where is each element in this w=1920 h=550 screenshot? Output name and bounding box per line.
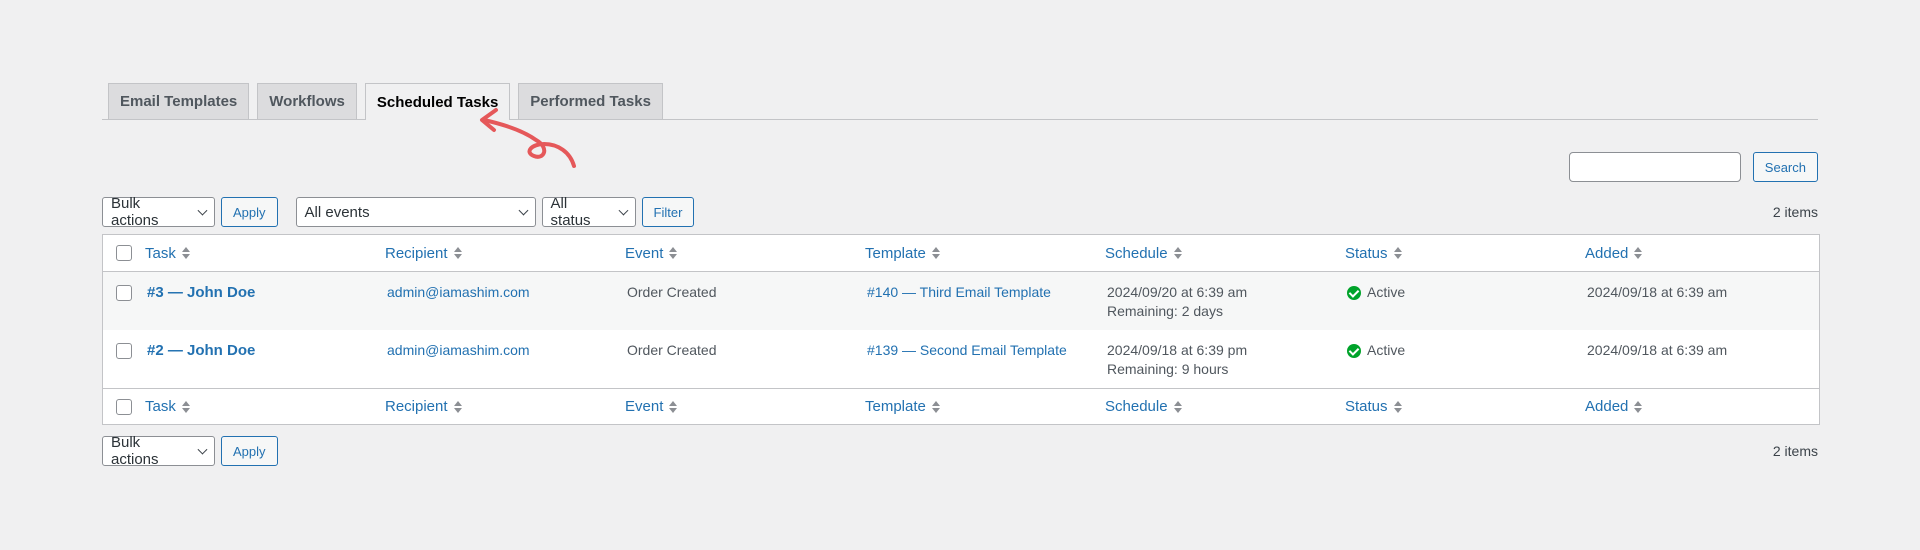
- added-text: 2024/09/18 at 6:39 am: [1587, 284, 1728, 300]
- recipient-link[interactable]: admin@iamashim.com: [385, 342, 530, 358]
- table-row: #3 — John Doe admin@iamashim.com Order C…: [103, 272, 1819, 330]
- column-schedule[interactable]: Schedule: [1105, 244, 1182, 263]
- sort-icon: [1634, 247, 1643, 259]
- bulk-actions-label: Bulk actions: [111, 434, 159, 468]
- row-checkbox[interactable]: [116, 285, 132, 301]
- column-task[interactable]: Task: [145, 244, 190, 263]
- tab-email-templates[interactable]: Email Templates: [108, 83, 250, 119]
- column-schedule[interactable]: Schedule: [1105, 397, 1182, 416]
- task-link[interactable]: #2 — John Doe: [145, 342, 255, 359]
- sort-icon: [453, 400, 462, 413]
- chevron-down-icon: [197, 444, 208, 454]
- admin-content: Email Templates Workflows Scheduled Task…: [102, 83, 1820, 468]
- table-footer: Task Recipient Event Template Schedule S…: [103, 388, 1819, 424]
- event-text: Order Created: [627, 284, 717, 300]
- sort-icon: [1393, 400, 1402, 413]
- sort-icon: [453, 247, 462, 259]
- recipient-link[interactable]: admin@iamashim.com: [385, 284, 530, 300]
- column-status[interactable]: Status: [1345, 244, 1402, 263]
- tablenav-top: Bulk actions Apply All events All status…: [102, 195, 1818, 229]
- select-all-checkbox[interactable]: [116, 245, 132, 261]
- chevron-down-icon: [518, 205, 528, 215]
- column-recipient[interactable]: Recipient: [385, 397, 462, 416]
- event-text: Order Created: [627, 342, 717, 358]
- select-all-checkbox[interactable]: [116, 398, 132, 415]
- column-event[interactable]: Event: [625, 244, 678, 263]
- added-text: 2024/09/18 at 6:39 am: [1587, 342, 1728, 358]
- search-input[interactable]: [1568, 152, 1741, 182]
- sort-icon: [1634, 400, 1643, 413]
- table-header: Task Recipient Event Template Schedule S…: [103, 235, 1819, 272]
- sort-icon: [181, 247, 190, 259]
- schedule-text: 2024/09/18 at 6:39 pm: [1107, 342, 1248, 358]
- search-button[interactable]: Search: [1752, 152, 1818, 182]
- chevron-down-icon: [618, 205, 629, 215]
- remaining-text: Remaining: 9 hours: [1107, 361, 1229, 377]
- schedule-text: 2024/09/20 at 6:39 am: [1107, 284, 1248, 300]
- remaining-text: Remaining: 2 days: [1107, 303, 1223, 319]
- bulk-actions-select[interactable]: Bulk actions: [102, 195, 215, 229]
- chevron-down-icon: [197, 205, 208, 215]
- column-template[interactable]: Template: [865, 397, 940, 416]
- tab-workflows[interactable]: Workflows: [257, 83, 357, 119]
- nav-tabs: Email Templates Workflows Scheduled Task…: [102, 83, 1818, 120]
- column-event[interactable]: Event: [625, 397, 678, 416]
- filter-button[interactable]: Filter: [641, 197, 695, 227]
- items-count: 2 items: [1772, 204, 1818, 220]
- check-circle-icon: [1347, 285, 1361, 300]
- check-circle-icon: [1347, 343, 1361, 358]
- table-row: #2 — John Doe admin@iamashim.com Order C…: [103, 330, 1819, 388]
- sort-icon: [931, 400, 940, 413]
- column-added[interactable]: Added: [1585, 244, 1643, 263]
- scheduled-tasks-table: Task Recipient Event Template Schedule S…: [102, 234, 1820, 425]
- sort-icon: [1173, 400, 1182, 413]
- status-filter-label: All status: [550, 195, 591, 229]
- task-link[interactable]: #3 — John Doe: [145, 284, 255, 301]
- sort-icon: [669, 247, 678, 259]
- sort-icon: [181, 400, 190, 413]
- column-added[interactable]: Added: [1585, 397, 1643, 416]
- row-checkbox[interactable]: [116, 343, 132, 359]
- search-box: Search: [1568, 152, 1818, 182]
- status-badge: Active: [1345, 283, 1405, 302]
- events-filter-select[interactable]: All events: [295, 197, 536, 227]
- items-count: 2 items: [1772, 443, 1818, 459]
- sort-icon: [1393, 247, 1402, 259]
- bulk-actions-label: Bulk actions: [111, 195, 159, 229]
- column-recipient[interactable]: Recipient: [385, 244, 462, 263]
- tablenav-bottom: Bulk actions Apply 2 items: [102, 434, 1818, 468]
- apply-button[interactable]: Apply: [221, 197, 278, 227]
- column-status[interactable]: Status: [1345, 397, 1402, 416]
- template-link[interactable]: #140 — Third Email Template: [865, 284, 1051, 300]
- events-filter-label: All events: [304, 203, 370, 221]
- sort-icon: [1173, 247, 1182, 259]
- status-filter-select[interactable]: All status: [541, 195, 636, 229]
- apply-button[interactable]: Apply: [221, 436, 278, 466]
- column-template[interactable]: Template: [865, 244, 940, 263]
- bulk-actions-select[interactable]: Bulk actions: [102, 434, 215, 468]
- template-link[interactable]: #139 — Second Email Template: [865, 342, 1067, 358]
- column-task[interactable]: Task: [145, 397, 190, 416]
- sort-icon: [669, 400, 678, 413]
- status-badge: Active: [1345, 341, 1405, 360]
- sort-icon: [931, 247, 940, 259]
- annotation-arrow-icon: [480, 108, 576, 168]
